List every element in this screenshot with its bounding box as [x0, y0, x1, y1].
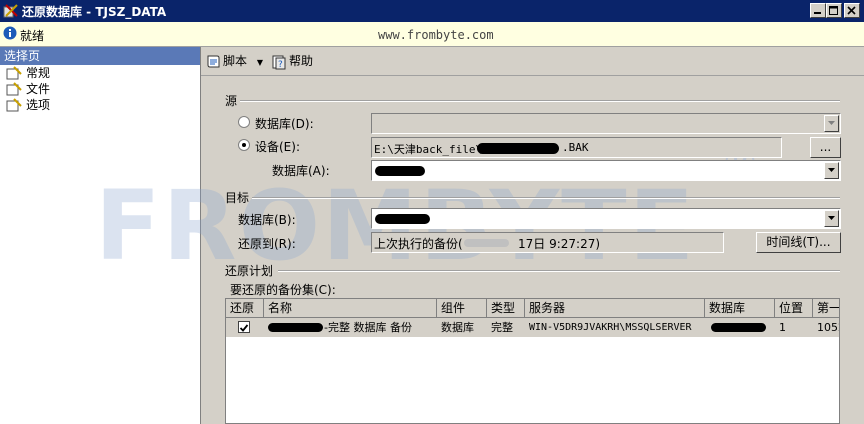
close-icon: [847, 6, 856, 15]
column-header-database[interactable]: 数据库: [705, 299, 775, 318]
minimize-icon: [814, 12, 821, 14]
restore-to-suffix: 17日 9:27:27): [518, 237, 601, 251]
row-first: 1052: [817, 321, 839, 334]
status-bar: 就绪 www.frombyte.com: [0, 22, 864, 47]
redacted-mark: [711, 323, 766, 332]
chevron-down-icon[interactable]: [824, 115, 839, 132]
plan-heading: 还原计划: [225, 264, 274, 278]
source-database-select[interactable]: [371, 113, 841, 134]
row-type: 完整: [491, 321, 513, 334]
redacted-mark: [268, 323, 323, 332]
column-header-component[interactable]: 组件: [437, 299, 487, 318]
column-header-position[interactable]: 位置: [775, 299, 813, 318]
redacted-mark: [477, 143, 559, 154]
row-server: WIN-V5DR9JVAKRH\MSSQLSERVER: [529, 322, 692, 333]
divider: [252, 197, 840, 199]
checkmark-icon: [239, 324, 249, 332]
restore-to-prefix: 上次执行的备份(: [374, 237, 463, 251]
device-path-field[interactable]: E:\天津back_file\ .BAK: [371, 137, 782, 158]
device-path-prefix: E:\天津back_file\: [374, 143, 483, 156]
device-radio[interactable]: [238, 139, 250, 151]
toolbar: 脚本 ▼ ? 帮助: [201, 47, 864, 76]
title-bar: 还原数据库 - TJSZ_DATA: [0, 0, 864, 22]
divider: [240, 100, 840, 102]
svg-text:?: ?: [278, 60, 283, 70]
device-database-label: 数据库(A):: [272, 164, 330, 178]
device-path-suffix: .BAK: [562, 141, 589, 154]
chevron-down-icon[interactable]: [824, 210, 839, 227]
database-radio[interactable]: [238, 116, 250, 128]
restore-checkbox[interactable]: [238, 321, 250, 333]
column-header-server[interactable]: 服务器: [525, 299, 705, 318]
blurred-mark: [464, 239, 509, 247]
close-button[interactable]: [844, 3, 860, 18]
redacted-mark: [375, 214, 430, 224]
page-wrench-icon: [6, 98, 22, 112]
restore-database-icon: [3, 4, 18, 18]
source-heading: 源: [225, 94, 238, 108]
help-icon: ?: [272, 55, 286, 70]
target-heading: 目标: [225, 191, 250, 205]
backup-sets-grid[interactable]: 还原 名称 组件 类型 服务器 数据库 位置 第一 -完整 数据库 备份 数据库…: [225, 298, 840, 424]
table-row[interactable]: -完整 数据库 备份 数据库 完整 WIN-V5DR9JVAKRH\MSSQLS…: [226, 318, 839, 337]
database-radio-label: 数据库(D):: [255, 117, 314, 131]
script-icon: [207, 55, 220, 67]
page-wrench-icon: [6, 82, 22, 96]
restore-to-label: 还原到(R):: [238, 237, 296, 251]
column-header-first[interactable]: 第一: [813, 299, 839, 318]
script-button[interactable]: 脚本 ▼: [205, 52, 263, 70]
row-position: 1: [779, 321, 786, 334]
nav-item-files[interactable]: 文件: [0, 81, 200, 97]
select-page-header: 选择页: [0, 47, 200, 65]
info-icon: [3, 26, 17, 40]
row-component: 数据库: [441, 321, 474, 334]
watermark-url: www.frombyte.com: [378, 28, 494, 42]
timeline-button[interactable]: 时间线(T)...: [756, 232, 841, 253]
device-database-select[interactable]: [371, 160, 841, 181]
column-header-type[interactable]: 类型: [487, 299, 525, 318]
target-database-select[interactable]: [371, 208, 841, 229]
nav-item-label: 文件: [26, 82, 51, 96]
minimize-button[interactable]: [810, 3, 826, 18]
restore-to-field: 上次执行的备份( 17日 9:27:27): [371, 232, 724, 253]
chevron-down-icon[interactable]: ▼: [257, 58, 263, 67]
redacted-mark: [375, 166, 425, 176]
nav-item-label: 常规: [26, 66, 51, 80]
maximize-button[interactable]: [826, 3, 842, 18]
window-title: 还原数据库 - TJSZ_DATA: [22, 5, 167, 19]
column-header-name[interactable]: 名称: [264, 299, 437, 318]
help-label: 帮助: [289, 54, 314, 68]
page-wrench-icon: [6, 66, 22, 80]
status-text: 就绪: [20, 29, 45, 43]
nav-item-options[interactable]: 选项: [0, 97, 200, 113]
divider: [278, 270, 840, 272]
help-button[interactable]: ? 帮助: [271, 52, 313, 70]
device-radio-label: 设备(E):: [255, 140, 300, 154]
column-header-restore[interactable]: 还原: [226, 299, 264, 318]
backup-sets-label: 要还原的备份集(C):: [230, 283, 336, 297]
browse-button[interactable]: ...: [810, 137, 841, 158]
script-label: 脚本: [223, 54, 248, 68]
target-database-label: 数据库(B):: [238, 213, 296, 227]
row-name-suffix: -完整 数据库 备份: [324, 321, 412, 334]
maximize-icon: [829, 6, 838, 15]
nav-item-general[interactable]: 常规: [0, 65, 200, 81]
nav-item-label: 选项: [26, 98, 51, 112]
chevron-down-icon[interactable]: [824, 162, 839, 179]
